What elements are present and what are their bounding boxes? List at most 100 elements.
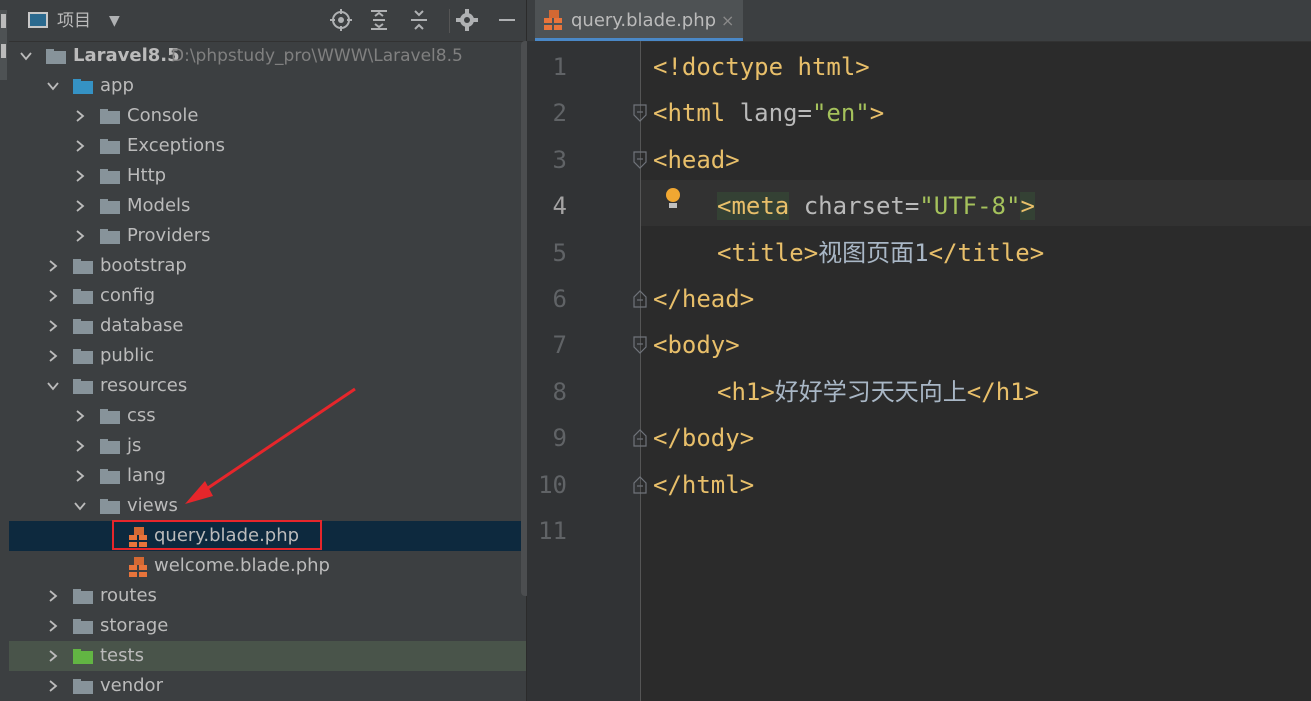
editor-tab[interactable]: query.blade.php × <box>535 0 743 41</box>
tree-item-label: routes <box>100 585 157 606</box>
lightbulb-icon[interactable] <box>666 188 680 202</box>
chevron-right-icon[interactable] <box>72 191 88 221</box>
tree-folder[interactable]: Console <box>9 101 526 131</box>
code-line[interactable]: <head> <box>653 137 740 183</box>
line-number: 5 <box>552 238 567 267</box>
folder-icon <box>73 349 93 364</box>
tree-folder[interactable]: app <box>9 71 526 101</box>
tree-folder[interactable]: public <box>9 341 526 371</box>
chevron-right-icon[interactable] <box>45 641 61 671</box>
code-line[interactable]: <h1>好好学习天天向上</h1> <box>717 369 1039 415</box>
tree-folder[interactable]: routes <box>9 581 526 611</box>
fold-open-icon[interactable] <box>633 336 647 355</box>
tree-folder[interactable]: lang <box>9 461 526 491</box>
chevron-right-icon[interactable] <box>45 581 61 611</box>
code-token: </head> <box>653 285 755 313</box>
tree-folder[interactable]: js <box>9 431 526 461</box>
tree-item-label: Http <box>127 165 167 186</box>
highlight-annotation-box <box>112 520 322 550</box>
chevron-right-icon[interactable] <box>72 161 88 191</box>
tree-folder[interactable]: views <box>9 491 526 521</box>
expand-all-icon[interactable] <box>367 8 391 32</box>
stripe-glyph <box>1 14 6 28</box>
chevron-right-icon[interactable] <box>72 131 88 161</box>
tree-folder[interactable]: bootstrap <box>9 251 526 281</box>
tree-folder[interactable]: Laravel8.5 D:\phpstudy_pro\WWW\Laravel8.5 <box>9 41 526 71</box>
folder-icon <box>100 199 120 214</box>
code-token: <title> <box>717 238 819 267</box>
code-line[interactable]: <meta charset="UTF-8"> <box>717 183 1035 229</box>
chevron-down-icon[interactable] <box>45 371 61 401</box>
chevron-right-icon[interactable] <box>72 461 88 491</box>
code-line[interactable]: <html lang="en"> <box>653 90 884 136</box>
code-line[interactable]: </body> <box>653 415 754 461</box>
fold-close-icon[interactable] <box>633 429 647 447</box>
tree-item-label: database <box>100 315 184 336</box>
code-token: <head> <box>653 145 740 174</box>
chevron-down-icon[interactable]: ▼ <box>109 6 120 36</box>
line-number: 4 <box>552 192 567 221</box>
fold-close-icon[interactable] <box>633 475 647 494</box>
settings-icon[interactable] <box>455 8 479 32</box>
code-token: <html <box>653 99 740 128</box>
tree-folder[interactable]: vendor <box>9 671 526 701</box>
code-line[interactable]: </head> <box>653 276 754 322</box>
tree-folder[interactable]: Providers <box>9 221 526 251</box>
tree-folder[interactable]: config <box>9 281 526 311</box>
line-gutter: 1 2 3 4 5 6 7 8 9 10 11 <box>527 41 641 701</box>
folder-icon <box>100 409 120 424</box>
fold-close-icon[interactable] <box>633 290 647 308</box>
code-line[interactable]: <!doctype html> <box>653 44 870 90</box>
chevron-right-icon[interactable] <box>72 401 88 431</box>
tree-folder[interactable]: css <box>9 401 526 431</box>
code-line[interactable]: <title>视图页面1</title> <box>717 230 1044 276</box>
fold-open-icon[interactable] <box>633 104 647 123</box>
line-number: 10 <box>538 470 567 499</box>
code-token: > <box>869 99 885 128</box>
fold-open-icon[interactable] <box>633 151 647 169</box>
tree-folder[interactable]: resources <box>9 371 526 401</box>
project-title[interactable]: 项目 <box>57 9 91 33</box>
tree-file[interactable]: welcome.blade.php <box>9 551 526 581</box>
folder-icon <box>46 49 66 64</box>
tree-item-label: config <box>100 285 156 306</box>
code-token: "UTF-8" <box>919 192 1021 221</box>
folder-icon <box>73 619 93 634</box>
tree-folder[interactable]: Http <box>9 161 526 191</box>
tree-folder[interactable]: storage <box>9 611 526 641</box>
tree-folder[interactable]: tests <box>9 641 526 671</box>
chevron-right-icon[interactable] <box>45 611 61 641</box>
tree-folder[interactable]: Exceptions <box>9 131 526 161</box>
tree-item-label: css <box>127 405 156 426</box>
close-icon[interactable]: × <box>721 0 734 41</box>
code-token: </html> <box>653 470 755 499</box>
folder-icon <box>73 79 93 94</box>
folder-icon <box>100 109 120 124</box>
chevron-right-icon[interactable] <box>45 341 61 371</box>
code-token: > <box>1020 192 1035 221</box>
folder-icon <box>100 469 120 484</box>
chevron-right-icon[interactable] <box>72 101 88 131</box>
tree-item-label: app <box>100 75 134 96</box>
chevron-right-icon[interactable] <box>45 311 61 341</box>
chevron-right-icon[interactable] <box>72 221 88 251</box>
code-editor: query.blade.php × 1 2 3 4 5 6 7 8 9 10 11 <!doctyp… <box>527 0 1311 701</box>
tree-item-label: Console <box>127 105 199 126</box>
tree-item-label: tests <box>100 645 144 666</box>
hide-icon[interactable] <box>495 8 519 32</box>
chevron-right-icon[interactable] <box>45 281 61 311</box>
code-line[interactable]: <body> <box>653 322 740 368</box>
chevron-down-icon[interactable] <box>72 491 88 521</box>
locate-icon[interactable] <box>329 8 353 32</box>
tree-folder[interactable]: Models <box>9 191 526 221</box>
tree-folder[interactable]: database <box>9 311 526 341</box>
chevron-down-icon[interactable] <box>45 71 61 101</box>
chevron-right-icon[interactable] <box>45 671 61 701</box>
chevron-right-icon[interactable] <box>45 251 61 281</box>
project-window-icon <box>28 12 48 28</box>
chevron-right-icon[interactable] <box>72 431 88 461</box>
collapse-all-icon[interactable] <box>407 8 431 32</box>
code-line[interactable]: </html> <box>653 462 754 508</box>
tree-item-label: resources <box>100 375 188 396</box>
chevron-down-icon[interactable] <box>18 41 34 71</box>
